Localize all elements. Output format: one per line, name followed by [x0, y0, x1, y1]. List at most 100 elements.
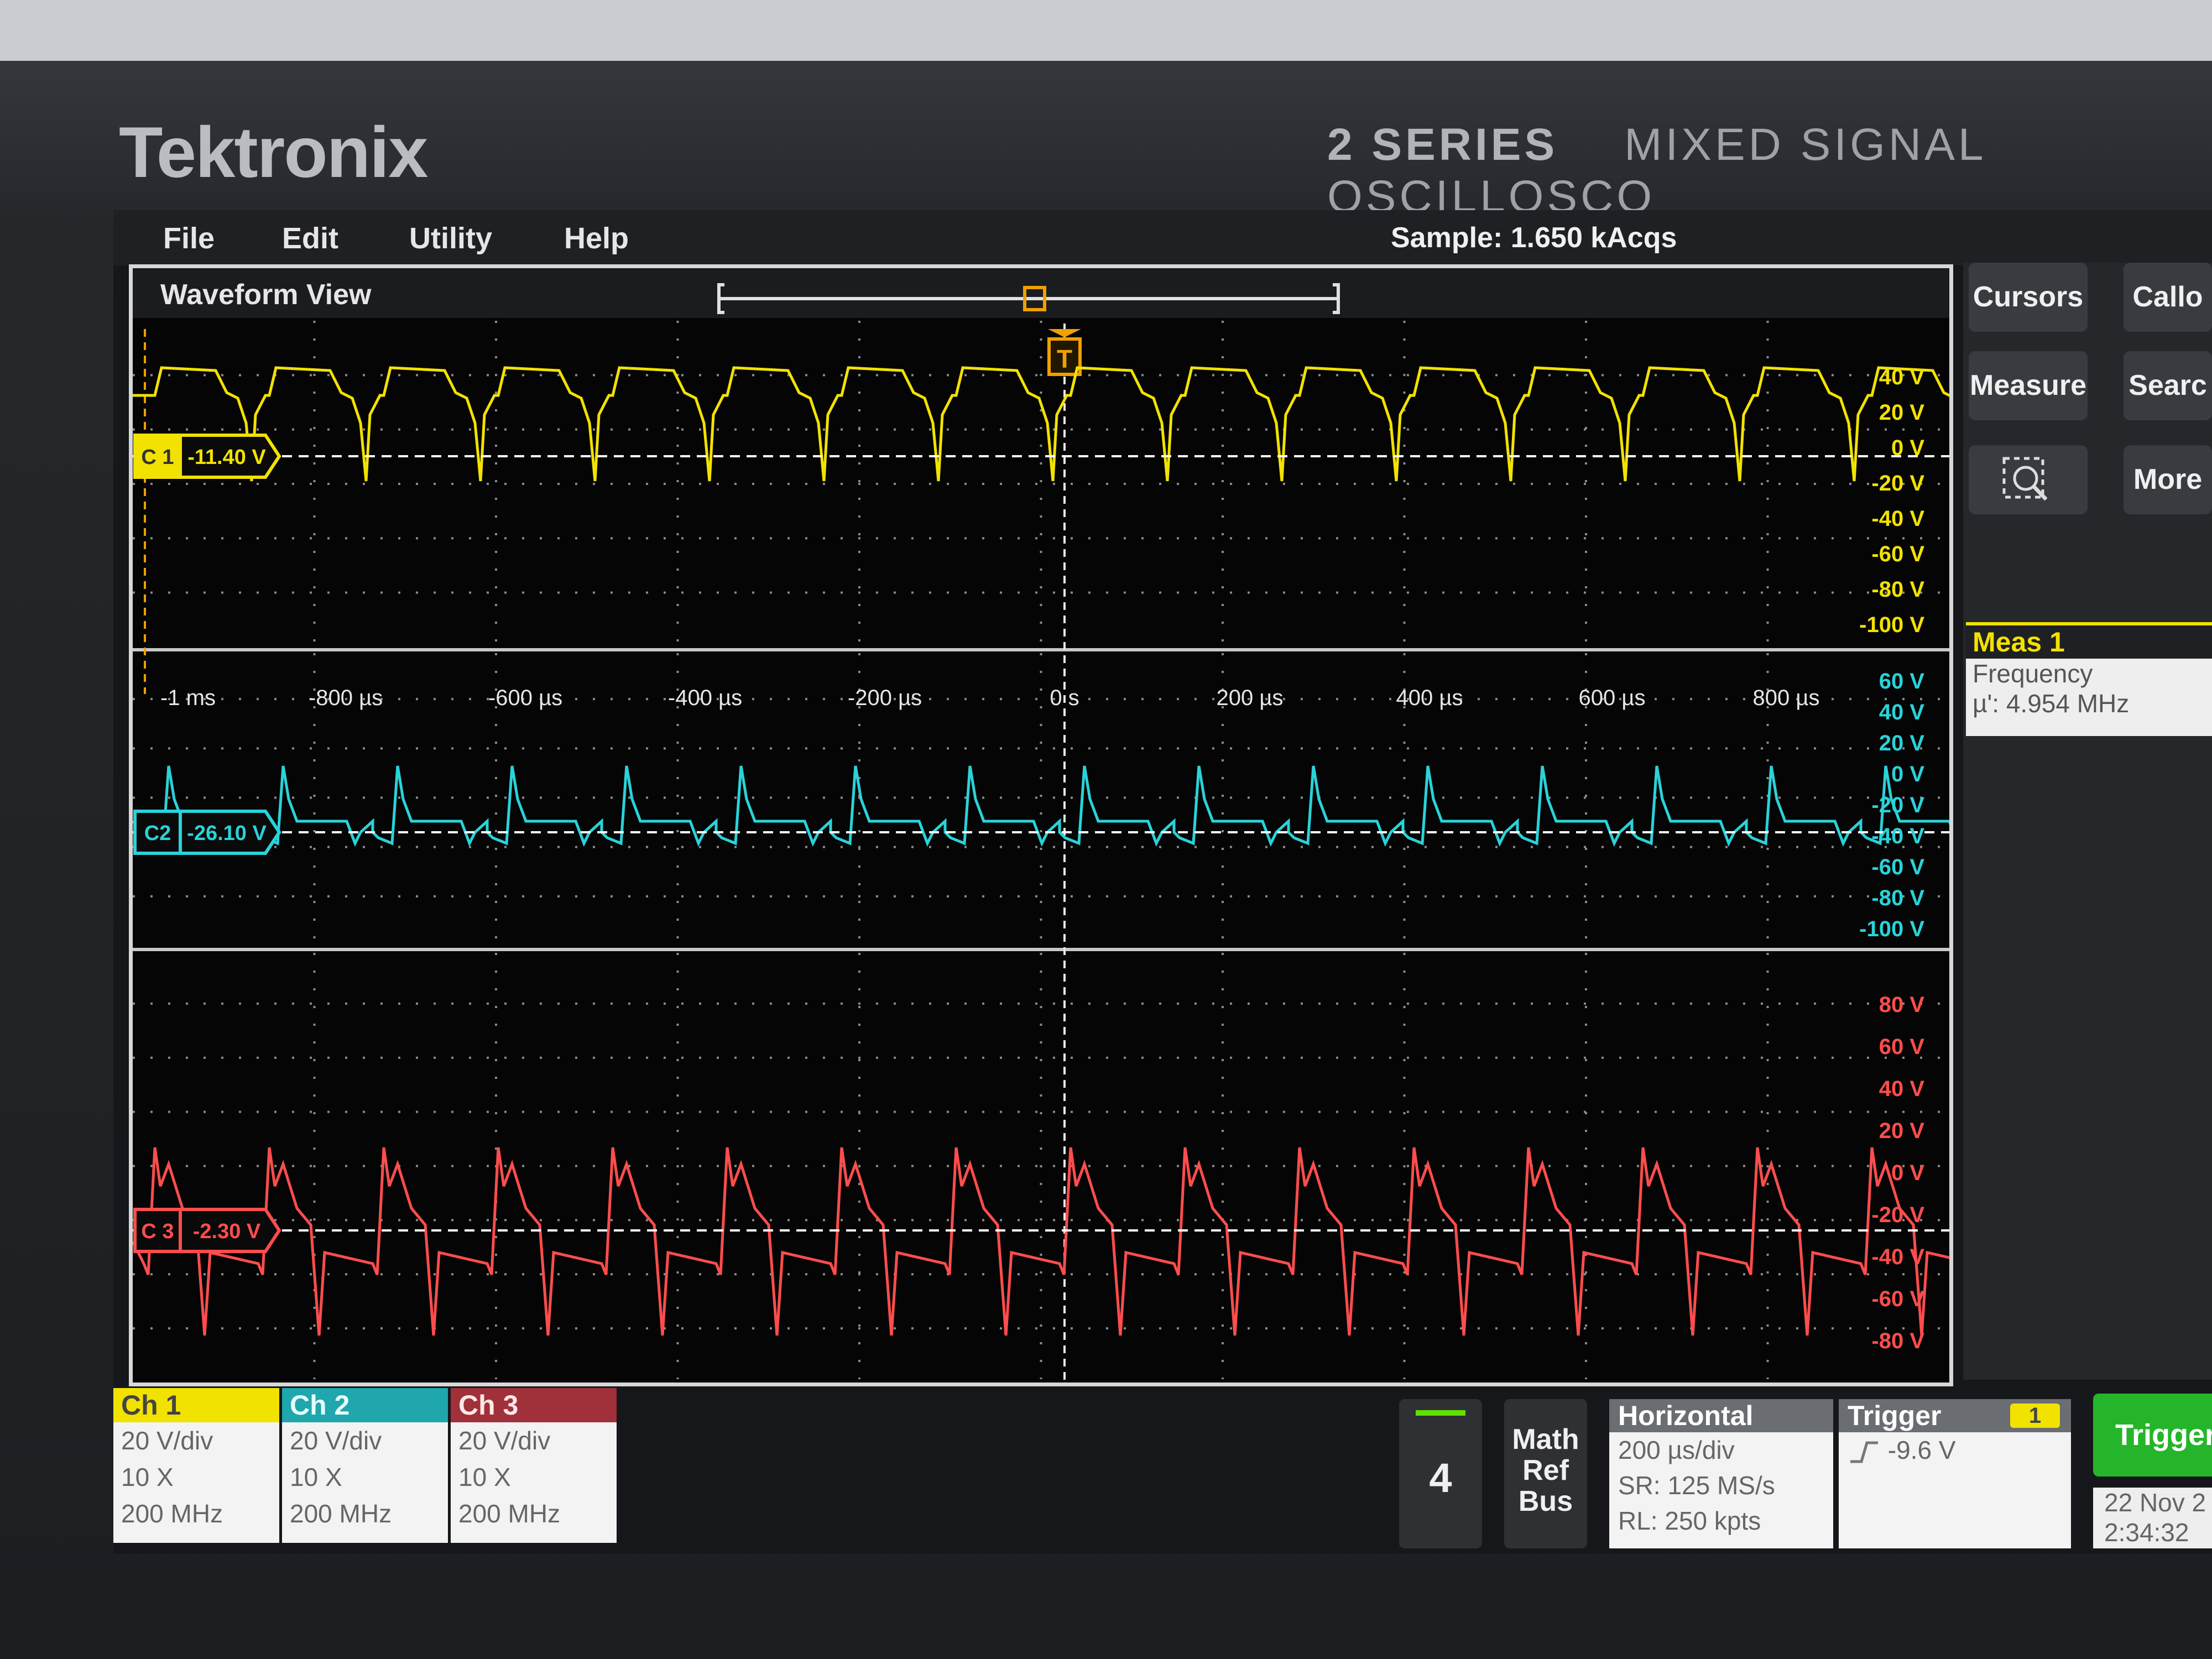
time-tick-label: 600 µs — [1579, 686, 1646, 710]
channel-2-scale-label: -20 V — [1871, 793, 1924, 817]
run-stop-button[interactable]: Trigger — [2093, 1394, 2212, 1477]
channel-3-vdiv: 20 V/div — [458, 1426, 551, 1455]
channel-3-scale-label: 40 V — [1879, 1077, 1925, 1101]
time-tick-label: -600 µs — [488, 686, 562, 710]
channel-2-scale-label: -100 V — [1859, 917, 1924, 941]
trigger-source-badge: 1 — [2010, 1404, 2060, 1428]
waveform-view[interactable]: T -1 ms -800 µs -600 µs -400 µs -200 µs 0 s 200… — [129, 264, 1953, 1386]
date-time-display: 22 Nov 2 2:34:32 — [2093, 1488, 2212, 1548]
channel-1-scale-label: -20 V — [1871, 471, 1924, 495]
channel-3-badge[interactable]: Ch 3 20 V/div 10 X 200 MHz — [451, 1388, 617, 1543]
channel-4-indicator — [1416, 1410, 1465, 1416]
channel-3-scale-label: 80 V — [1879, 993, 1925, 1017]
channel-3-scale-label: -80 V — [1871, 1329, 1924, 1353]
trigger-level-row: -9.6 V — [1839, 1432, 2071, 1468]
horizontal-badge[interactable]: Horizontal 200 µs/div SR: 125 MS/s RL: 2… — [1609, 1399, 1833, 1548]
settings-bar: Ch 1 20 V/div 10 X 200 MHz Ch 2 20 V/div… — [113, 1388, 2212, 1554]
callout-button[interactable]: Callo — [2124, 263, 2212, 332]
scope-case-top — [0, 0, 2212, 61]
trigger-level: -9.6 V — [1887, 1436, 1956, 1464]
channel-2-scale-label: 40 V — [1879, 700, 1925, 724]
channel-2-scale-label: 0 V — [1891, 762, 1924, 786]
cursors-button[interactable]: Cursors — [1969, 263, 2088, 332]
side-panel: Cursors Callo Measure Searc More Meas 1 … — [1963, 263, 2212, 1380]
channel-1-badge[interactable]: Ch 1 20 V/div 10 X 200 MHz — [113, 1388, 279, 1543]
measurement-badge[interactable]: Meas 1 Frequency µ': 4.954 MHz — [1966, 622, 2212, 736]
time-tick-label: 200 µs — [1217, 686, 1284, 710]
record-overview[interactable] — [133, 268, 1949, 318]
menu-help[interactable]: Help — [564, 221, 629, 255]
channel-4-label: 4 — [1429, 1455, 1452, 1501]
math-ref-bus-button[interactable]: Math Ref Bus — [1504, 1399, 1587, 1548]
channel-2-scale-label: 60 V — [1879, 669, 1925, 693]
horizontal-title: Horizontal — [1609, 1399, 1833, 1432]
time-tick-label: -800 µs — [309, 686, 383, 710]
channel-1-scale-label: 0 V — [1891, 436, 1924, 460]
trigger-title: Trigger — [1848, 1400, 1942, 1431]
menu-utility[interactable]: Utility — [409, 221, 492, 255]
channel-2-vdiv: 20 V/div — [290, 1426, 382, 1455]
series-name: 2 SERIES — [1327, 119, 1558, 170]
more-button[interactable]: More — [2124, 445, 2212, 514]
trigger-marker-label: T — [1057, 345, 1072, 373]
time-tick-label: -1 ms — [160, 686, 216, 710]
channel-1-bandwidth: 200 MHz — [121, 1499, 223, 1528]
zoom-button[interactable] — [1969, 445, 2088, 514]
channel-2-bandwidth: 200 MHz — [290, 1499, 392, 1528]
search-button[interactable]: Searc — [2124, 351, 2212, 420]
channel-3-name: Ch 3 — [451, 1388, 617, 1422]
channel-1-scale-label: -80 V — [1871, 577, 1924, 602]
channel-marker-id: C 3 — [141, 1220, 174, 1243]
menu-edit[interactable]: Edit — [282, 221, 338, 255]
channel-1-scale-label: -40 V — [1871, 507, 1924, 531]
series-label: 2 SERIES MIXED SIGNAL OSCILLOSCO — [1327, 119, 2212, 223]
brand-logo: Tektronix — [119, 112, 428, 192]
channel-marker-offset: -26.10 V — [187, 822, 267, 845]
time-label: 2:34:32 — [2104, 1518, 2189, 1547]
trigger-header: Trigger 1 — [1839, 1399, 2071, 1432]
bus-label: Bus — [1518, 1485, 1573, 1517]
date-label: 22 Nov 2 — [2104, 1488, 2206, 1517]
channel-2-name: Ch 2 — [282, 1388, 448, 1422]
channel-2-scale-label: -40 V — [1871, 824, 1924, 848]
acquisition-status: Sample: 1.650 kAcqs — [1391, 222, 1677, 254]
trigger-badge[interactable]: Trigger 1 -9.6 V — [1839, 1399, 2071, 1548]
waveform-view-header: Waveform View — [133, 268, 1949, 318]
menu-bar: File Edit Utility Help Sample: 1.650 kAc… — [113, 210, 2212, 265]
channel-3-scale-label: 60 V — [1879, 1035, 1925, 1059]
measurement-name: Frequency — [1973, 659, 2093, 688]
scope-screen: File Edit Utility Help Sample: 1.650 kAc… — [113, 210, 2212, 1554]
time-tick-label: 0 s — [1050, 686, 1079, 710]
sample-rate: SR: 125 MS/s — [1618, 1471, 1775, 1500]
channel-1-probe: 10 X — [121, 1463, 174, 1491]
add-channel-4-button[interactable]: 4 — [1399, 1399, 1482, 1548]
channel-1-name: Ch 1 — [113, 1388, 279, 1422]
waveform-plot[interactable]: T -1 ms -800 µs -600 µs -400 µs -200 µs 0 s 200… — [133, 268, 1949, 1383]
channel-3-scale-label: -20 V — [1871, 1203, 1924, 1227]
time-tick-label: -200 µs — [848, 686, 922, 710]
record-length: RL: 250 kpts — [1618, 1506, 1761, 1535]
time-tick-label: -400 µs — [668, 686, 742, 710]
measure-button[interactable]: Measure — [1969, 351, 2088, 420]
horizontal-scale: 200 µs/div — [1618, 1436, 1735, 1464]
channel-marker-offset: -11.40 V — [187, 446, 266, 469]
channel-3-scale-label: -60 V — [1871, 1287, 1924, 1311]
channel-2-probe: 10 X — [290, 1463, 342, 1491]
trigger-pointer — [1048, 329, 1081, 337]
channel-1-vdiv: 20 V/div — [121, 1426, 213, 1455]
channel-2-badge[interactable]: Ch 2 20 V/div 10 X 200 MHz — [282, 1388, 448, 1543]
channel-1-scale-label: 40 V — [1879, 365, 1925, 389]
ref-label: Ref — [1522, 1454, 1569, 1486]
channel-marker-offset: -2.30 V — [193, 1220, 261, 1243]
channel-2-scale-label: 20 V — [1879, 731, 1925, 755]
channel-marker-id: C2 — [144, 822, 171, 845]
channel-2-scale-label: -80 V — [1871, 886, 1924, 910]
menu-file[interactable]: File — [163, 221, 215, 255]
channel-3-bandwidth: 200 MHz — [458, 1499, 561, 1528]
channel-3-scale-label: -40 V — [1871, 1245, 1924, 1269]
channel-2-scale-label: -60 V — [1871, 855, 1924, 879]
channel-1-scale-label: -60 V — [1871, 542, 1924, 566]
measurement-value: µ': 4.954 MHz — [1973, 689, 2130, 718]
time-tick-label: 400 µs — [1396, 686, 1463, 710]
channel-3-probe: 10 X — [458, 1463, 511, 1491]
